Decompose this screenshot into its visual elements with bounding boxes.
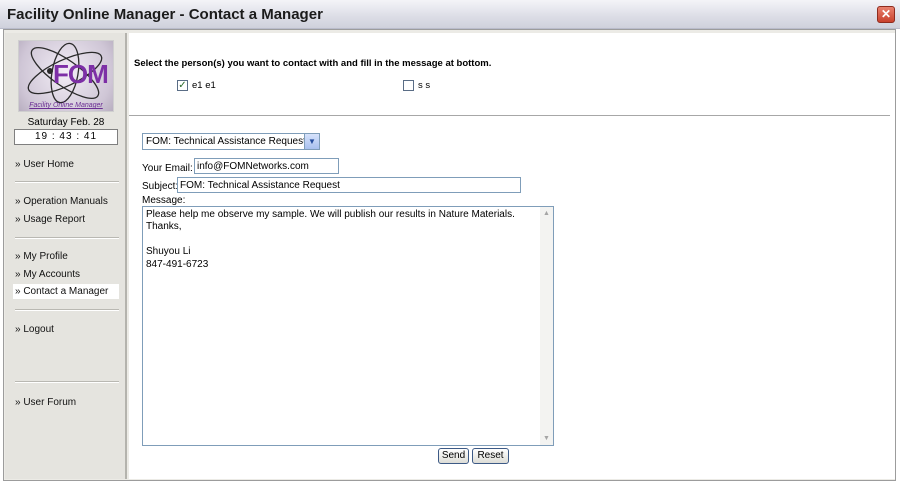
request-type-value: FOM: Technical Assistance Request (146, 136, 306, 147)
nav-separator (15, 237, 119, 239)
sidebar: FOM Facility Online Manager Saturday Feb… (5, 33, 127, 479)
request-type-select[interactable]: FOM: Technical Assistance Request ▼ (142, 133, 320, 150)
instruction-text: Select the person(s) you want to contact… (134, 58, 492, 69)
email-label: Your Email: (142, 163, 193, 174)
subject-field[interactable] (177, 177, 521, 193)
send-button[interactable]: Send (438, 448, 469, 464)
nav-separator (15, 309, 119, 311)
window-title: Facility Online Manager - Contact a Mana… (7, 6, 323, 23)
message-scrollbar[interactable]: ▲ ▼ (540, 207, 553, 445)
logo-text: FOM (53, 59, 109, 89)
recipient-label-e1: e1 e1 (192, 80, 216, 91)
fom-logo: FOM Facility Online Manager (18, 40, 114, 112)
current-date: Saturday Feb. 28 (27, 117, 105, 128)
window-titlebar: Facility Online Manager - Contact a Mana… (0, 0, 900, 29)
chevron-down-icon[interactable]: ▼ (304, 134, 319, 149)
reset-button[interactable]: Reset (472, 448, 509, 464)
email-field[interactable] (194, 158, 339, 174)
message-label: Message: (142, 195, 186, 206)
message-text: Please help me observe my sample. We wil… (146, 209, 515, 270)
nav-logout[interactable]: » Logout (15, 322, 119, 337)
nav-my-accounts[interactable]: » My Accounts (15, 267, 119, 282)
nav-user-forum[interactable]: » User Forum (15, 395, 119, 410)
recipient-checkbox-s[interactable] (403, 80, 414, 91)
message-textarea[interactable]: Please help me observe my sample. We wil… (142, 206, 554, 446)
close-icon[interactable]: ✕ (877, 6, 895, 23)
nav-operation-manuals[interactable]: » Operation Manuals (15, 194, 119, 209)
nav-my-profile[interactable]: » My Profile (15, 249, 119, 264)
recipient-checkbox-e1[interactable]: ✓ (177, 80, 188, 91)
scroll-up-icon[interactable]: ▲ (540, 207, 553, 220)
logo-subtitle: Facility Online Manager (29, 102, 103, 109)
scroll-down-icon[interactable]: ▼ (540, 432, 553, 445)
nav-separator (15, 381, 119, 383)
nav-usage-report[interactable]: » Usage Report (15, 212, 119, 227)
recipient-label-s: s s (418, 80, 431, 91)
section-divider (129, 115, 890, 116)
clock-display: 19 : 43 : 41 (14, 129, 118, 145)
nav-user-home[interactable]: » User Home (15, 157, 119, 172)
nav-separator (15, 181, 119, 183)
main-content: Select the person(s) you want to contact… (129, 33, 895, 479)
nav-contact-manager[interactable]: » Contact a Manager (13, 284, 119, 299)
subject-label: Subject: (142, 181, 179, 192)
